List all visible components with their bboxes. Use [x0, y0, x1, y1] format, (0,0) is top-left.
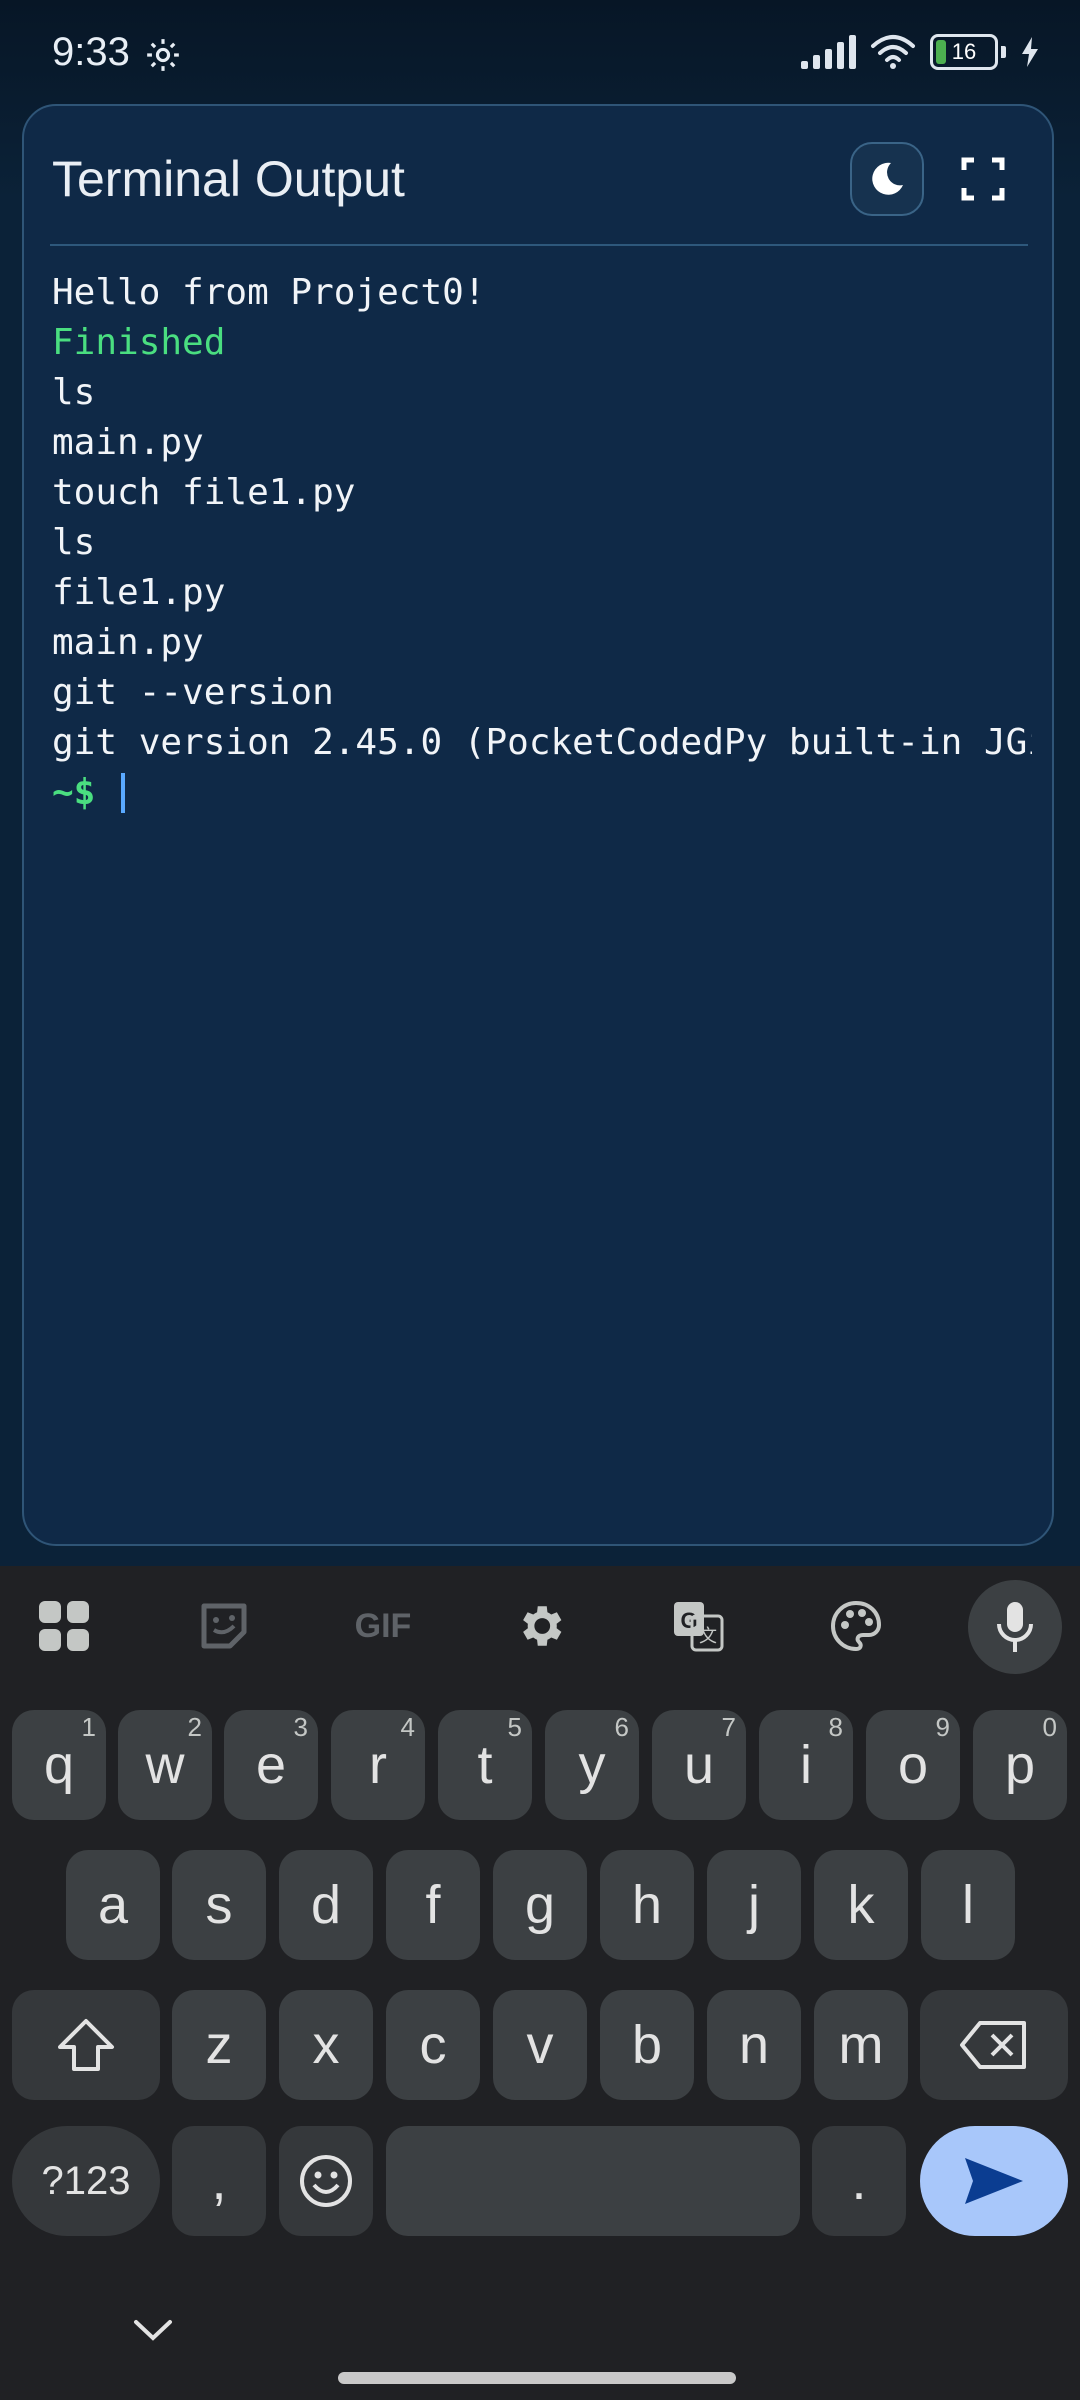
terminal-panel: Terminal Output Hello from Project0! Fin…	[22, 104, 1054, 1546]
output-line: ls	[52, 372, 96, 413]
key-c[interactable]: c	[386, 1990, 480, 2100]
key-i[interactable]: i8	[759, 1710, 853, 1820]
microphone-icon	[997, 1602, 1033, 1652]
key-m[interactable]: m	[814, 1990, 908, 2100]
space-bar[interactable]	[386, 2126, 800, 2236]
translate-icon[interactable]: G 文	[666, 1594, 730, 1658]
shift-arrow-icon	[58, 2019, 114, 2071]
key-a[interactable]: a	[66, 1850, 160, 1960]
status-bar: 9:33 16	[0, 0, 1080, 110]
sticker-icon[interactable]	[192, 1594, 256, 1658]
palette-icon[interactable]	[824, 1594, 888, 1658]
key-b[interactable]: b	[600, 1990, 694, 2100]
output-line: git version 2.45.0 (PocketCodedPy built-…	[52, 722, 1032, 763]
moon-icon	[872, 162, 903, 195]
output-line: main.py	[52, 622, 204, 663]
send-key[interactable]	[920, 2126, 1068, 2236]
key-v[interactable]: v	[493, 1990, 587, 2100]
prompt-symbol: ~$	[52, 772, 118, 813]
key-d[interactable]: d	[279, 1850, 373, 1960]
shift-key[interactable]	[12, 1990, 160, 2100]
terminal-output[interactable]: Hello from Project0! Finished ls main.py…	[52, 268, 1032, 818]
gif-icon[interactable]: GIF	[346, 1594, 420, 1658]
status-time: 9:33	[52, 30, 130, 74]
key-e[interactable]: e3	[224, 1710, 318, 1820]
output-line: touch file1.py	[52, 472, 356, 513]
text-cursor	[121, 773, 126, 813]
key-s[interactable]: s	[172, 1850, 266, 1960]
on-screen-keyboard: GIF G 文 q 1 w 2 e 3 r 4 t 5 y 6 u 7 i 8 …	[0, 1566, 1080, 2400]
output-line: file1.py	[52, 572, 226, 613]
key-u[interactable]: u7	[652, 1710, 746, 1820]
gesture-navigation-handle[interactable]	[338, 2372, 736, 2384]
key-l[interactable]: l	[921, 1850, 1015, 1960]
key-p[interactable]: p0	[973, 1710, 1067, 1820]
backspace-key[interactable]	[920, 1990, 1068, 2100]
keyboard-toolbar: GIF G 文	[0, 1566, 1080, 1686]
key-h[interactable]: h	[600, 1850, 694, 1960]
cell-signal-icon	[801, 35, 856, 69]
backspace-icon	[960, 2021, 1026, 2069]
settings-gear-icon	[147, 39, 179, 71]
battery-indicator: 16	[930, 34, 1006, 70]
key-n[interactable]: n	[707, 1990, 801, 2100]
hide-keyboard-chevron-icon[interactable]	[128, 2310, 178, 2350]
emoji-key[interactable]	[279, 2126, 373, 2236]
key-y[interactable]: y6	[545, 1710, 639, 1820]
wifi-icon	[871, 35, 915, 69]
apps-grid-icon[interactable]	[32, 1594, 96, 1658]
key-j[interactable]: j	[707, 1850, 801, 1960]
output-line: git --version	[52, 672, 334, 713]
charging-bolt-icon	[1022, 37, 1038, 67]
terminal-title: Terminal Output	[52, 151, 405, 207]
key-f[interactable]: f	[386, 1850, 480, 1960]
key-x[interactable]: x	[279, 1990, 373, 2100]
dark-mode-toggle-button[interactable]	[850, 142, 924, 216]
key-z[interactable]: z	[172, 1990, 266, 2100]
key-t[interactable]: t5	[438, 1710, 532, 1820]
send-arrow-icon	[965, 2158, 1023, 2204]
key-r[interactable]: r4	[331, 1710, 425, 1820]
battery-level: 16	[951, 39, 977, 64]
svg-text:G: G	[680, 1608, 697, 1633]
output-line: ls	[52, 522, 96, 563]
fullscreen-button[interactable]	[958, 154, 1008, 204]
microphone-button[interactable]	[968, 1580, 1062, 1674]
comma-key[interactable]: ,	[172, 2126, 266, 2236]
svg-text:文: 文	[699, 1626, 717, 1646]
key-w[interactable]: w2	[118, 1710, 212, 1820]
output-line: Hello from Project0!	[52, 272, 486, 313]
key-q[interactable]: q1	[12, 1710, 106, 1820]
output-line-success: Finished	[52, 322, 226, 363]
key-k[interactable]: k	[814, 1850, 908, 1960]
period-key[interactable]: .	[812, 2126, 906, 2236]
settings-icon[interactable]	[508, 1594, 572, 1658]
key-g[interactable]: g	[493, 1850, 587, 1960]
emoji-icon	[300, 2155, 352, 2207]
key-o[interactable]: o9	[866, 1710, 960, 1820]
header-divider	[50, 244, 1028, 246]
symbols-key[interactable]: ?123	[12, 2126, 160, 2236]
output-line: main.py	[52, 422, 204, 463]
terminal-prompt[interactable]: ~$	[52, 768, 1032, 818]
